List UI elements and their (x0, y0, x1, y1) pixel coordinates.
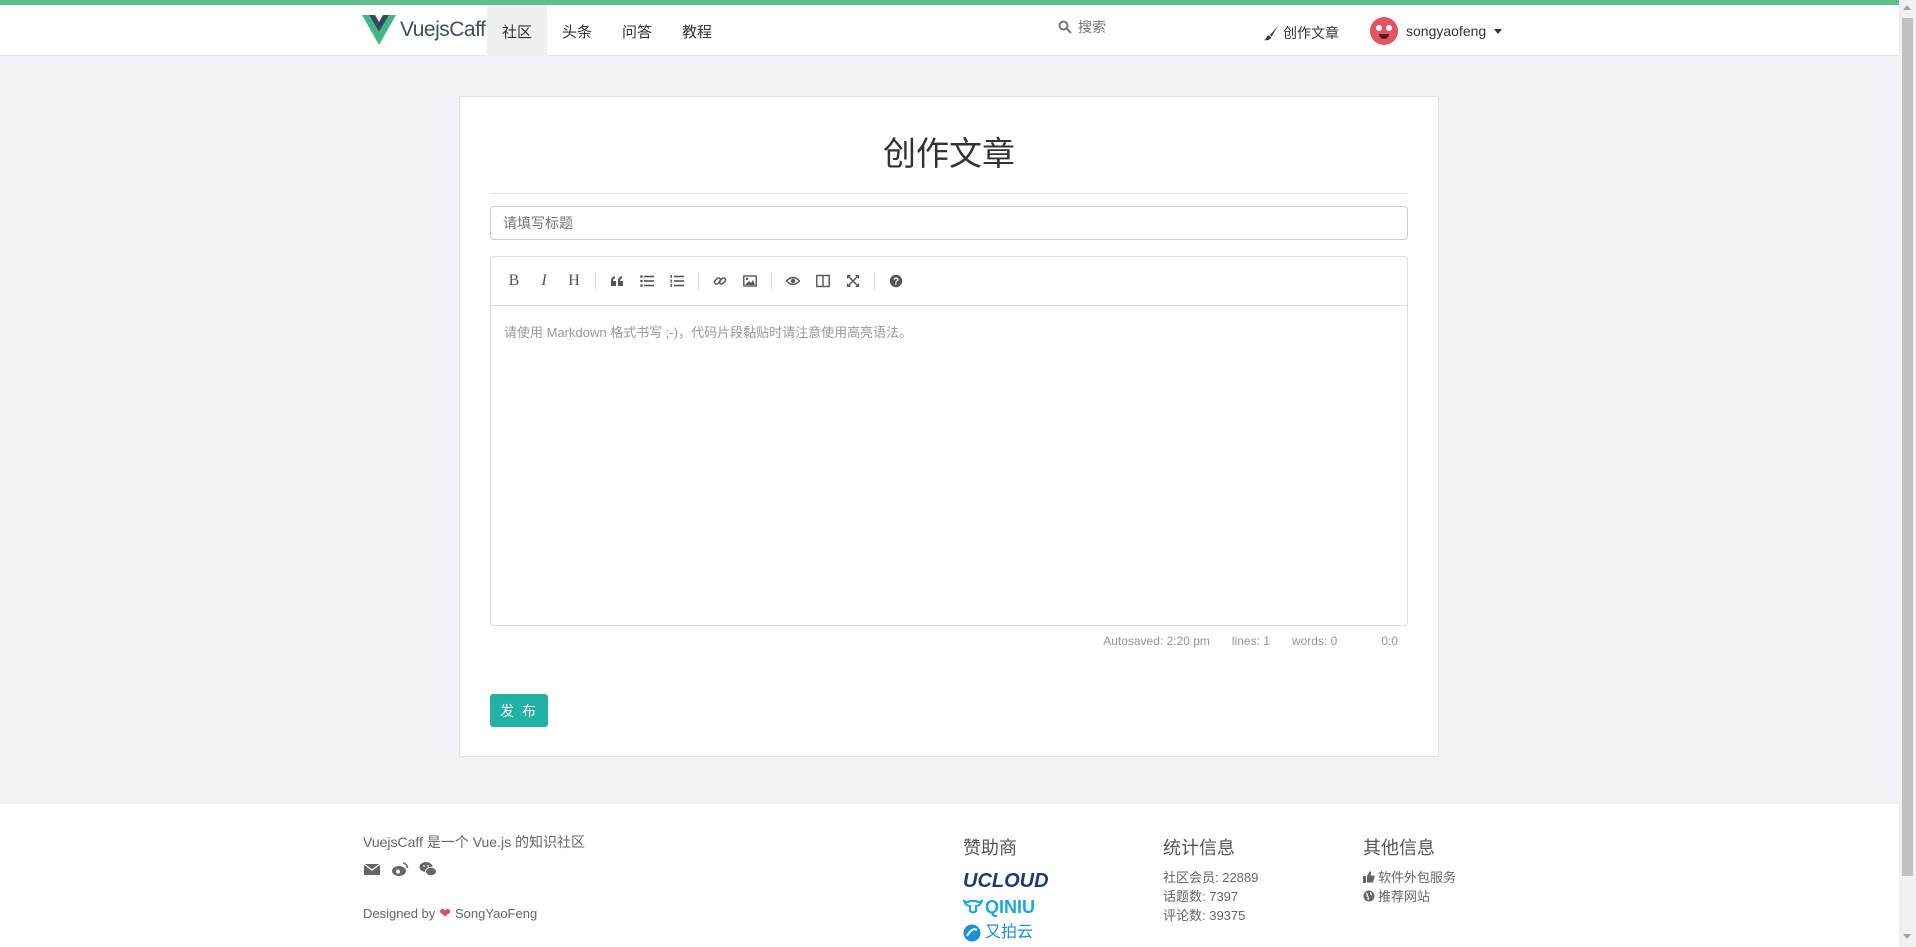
stats-members: 社区会员: 22889 (1163, 870, 1259, 885)
search-icon (1058, 20, 1072, 34)
outsourcing-link[interactable]: 软件外包服务 (1363, 868, 1456, 887)
toolbar-separator (771, 272, 772, 290)
nav-item-headlines[interactable]: 头条 (547, 5, 607, 56)
unordered-list-icon[interactable] (632, 266, 662, 296)
svg-text:?: ? (893, 277, 899, 288)
editor-statusbar: Autosaved: 2:20 pm lines: 1 words: 0 0:0 (1081, 634, 1398, 648)
outsourcing-label: 软件外包服务 (1378, 870, 1457, 885)
brand-logo-link[interactable]: VuejsCaff (362, 15, 486, 45)
stats-comments: 评论数: 39375 (1163, 908, 1246, 923)
sponsor-ucloud-logo[interactable]: UCLOUD (963, 868, 1049, 894)
quote-icon[interactable] (602, 266, 632, 296)
caret-down-icon (1494, 28, 1503, 34)
other-info-section: 其他信息 软件外包服务 推荐网站 (1363, 834, 1456, 906)
article-editor-card: 创作文章 B I H (459, 96, 1439, 757)
fullscreen-icon[interactable] (838, 266, 868, 296)
wechat-icon[interactable] (419, 861, 437, 877)
heart-icon: ❤ (439, 905, 452, 921)
publish-button[interactable]: 发 布 (490, 694, 548, 727)
sponsors-title: 赞助商 (963, 838, 1017, 858)
designer-link[interactable]: SongYaoFeng (455, 906, 537, 921)
word-count: words: 0 (1291, 634, 1338, 648)
sponsors-section: 赞助商 UCLOUD QINIU 又拍云 (963, 834, 1049, 946)
globe-icon (1363, 890, 1375, 902)
create-article-label: 创作文章 (1283, 25, 1339, 41)
stats-section: 统计信息 社区会员: 22889 话题数: 7397 评论数: 39375 (1163, 834, 1258, 925)
heading-icon[interactable]: H (559, 266, 589, 296)
search-input[interactable] (1078, 19, 1198, 35)
bold-icon[interactable]: B (499, 266, 529, 296)
stats-topics: 话题数: 7397 (1163, 889, 1239, 904)
designed-by-label: Designed by (363, 906, 436, 921)
nav-item-qa[interactable]: 问答 (607, 5, 667, 56)
scrollbar-thumb[interactable] (1902, 18, 1913, 876)
footer-designed-by: Designed by ❤ SongYaoFeng (363, 905, 537, 922)
line-count: lines: 1 (1231, 634, 1270, 648)
upyun-icon (963, 924, 981, 942)
brush-icon (1264, 26, 1278, 41)
article-title-input[interactable] (490, 206, 1408, 240)
link-icon[interactable] (705, 266, 735, 296)
image-icon[interactable] (735, 266, 765, 296)
editor-textarea[interactable]: 请使用 Markdown 格式书写 ;-)，代码片段黏贴时请注意使用高亮语法。 (491, 306, 1407, 357)
toolbar-separator (595, 272, 596, 290)
side-by-side-icon[interactable] (808, 266, 838, 296)
ordered-list-icon[interactable] (662, 266, 692, 296)
nav-item-community[interactable]: 社区 (487, 5, 548, 56)
autosave-status: Autosaved: 2:20 pm (1103, 634, 1210, 648)
preview-icon[interactable] (778, 266, 808, 296)
qiniu-label: QINIU (985, 897, 1036, 917)
vue-logo-icon (362, 15, 396, 45)
page-title: 创作文章 (490, 127, 1408, 194)
recommend-sites-label: 推荐网站 (1378, 889, 1431, 904)
scroll-down-icon[interactable] (1903, 934, 1911, 939)
italic-icon[interactable]: I (529, 266, 559, 296)
user-menu[interactable]: songyaofeng (1370, 17, 1503, 45)
footer-social-links (363, 861, 437, 877)
avatar (1370, 17, 1398, 45)
footer: VuejsCaff 是一个 Vue.js 的知识社区 Designed by ❤… (0, 804, 1899, 947)
main-nav: 社区 头条 问答 教程 (487, 5, 727, 56)
upyun-label: 又拍云 (985, 924, 1034, 941)
weibo-icon[interactable] (391, 861, 409, 877)
stats-title: 统计信息 (1163, 838, 1235, 858)
page-scrollbar[interactable] (1899, 0, 1916, 947)
sponsor-qiniu-logo[interactable]: QINIU (963, 894, 1049, 920)
nav-item-tutorials[interactable]: 教程 (667, 5, 727, 56)
other-info-title: 其他信息 (1363, 838, 1435, 858)
username: songyaofeng (1406, 23, 1487, 39)
cursor-position: 0:0 (1381, 634, 1398, 648)
editor-toolbar: B I H ? (491, 257, 1407, 306)
navbar: VuejsCaff 社区 头条 问答 教程 创作文章 songyaofeng (0, 5, 1899, 56)
thumbs-up-icon (1363, 871, 1375, 883)
mail-icon[interactable] (363, 861, 381, 877)
markdown-editor: B I H ? 请使用 Markdown 格式书写 ;-)，代码片段黏贴时请注意… (490, 256, 1408, 626)
qiniu-cow-icon (963, 899, 983, 914)
create-article-link[interactable]: 创作文章 (1263, 23, 1339, 43)
toolbar-separator (874, 272, 875, 290)
toolbar-separator (698, 272, 699, 290)
search-box (1058, 19, 1198, 35)
footer-about: VuejsCaff 是一个 Vue.js 的知识社区 (363, 834, 585, 850)
help-icon[interactable]: ? (881, 266, 911, 296)
brand-name: VuejsCaff (400, 18, 486, 41)
scroll-up-icon[interactable] (1903, 5, 1911, 10)
recommend-sites-link[interactable]: 推荐网站 (1363, 887, 1456, 906)
sponsor-upyun-logo[interactable]: 又拍云 (963, 920, 1049, 946)
